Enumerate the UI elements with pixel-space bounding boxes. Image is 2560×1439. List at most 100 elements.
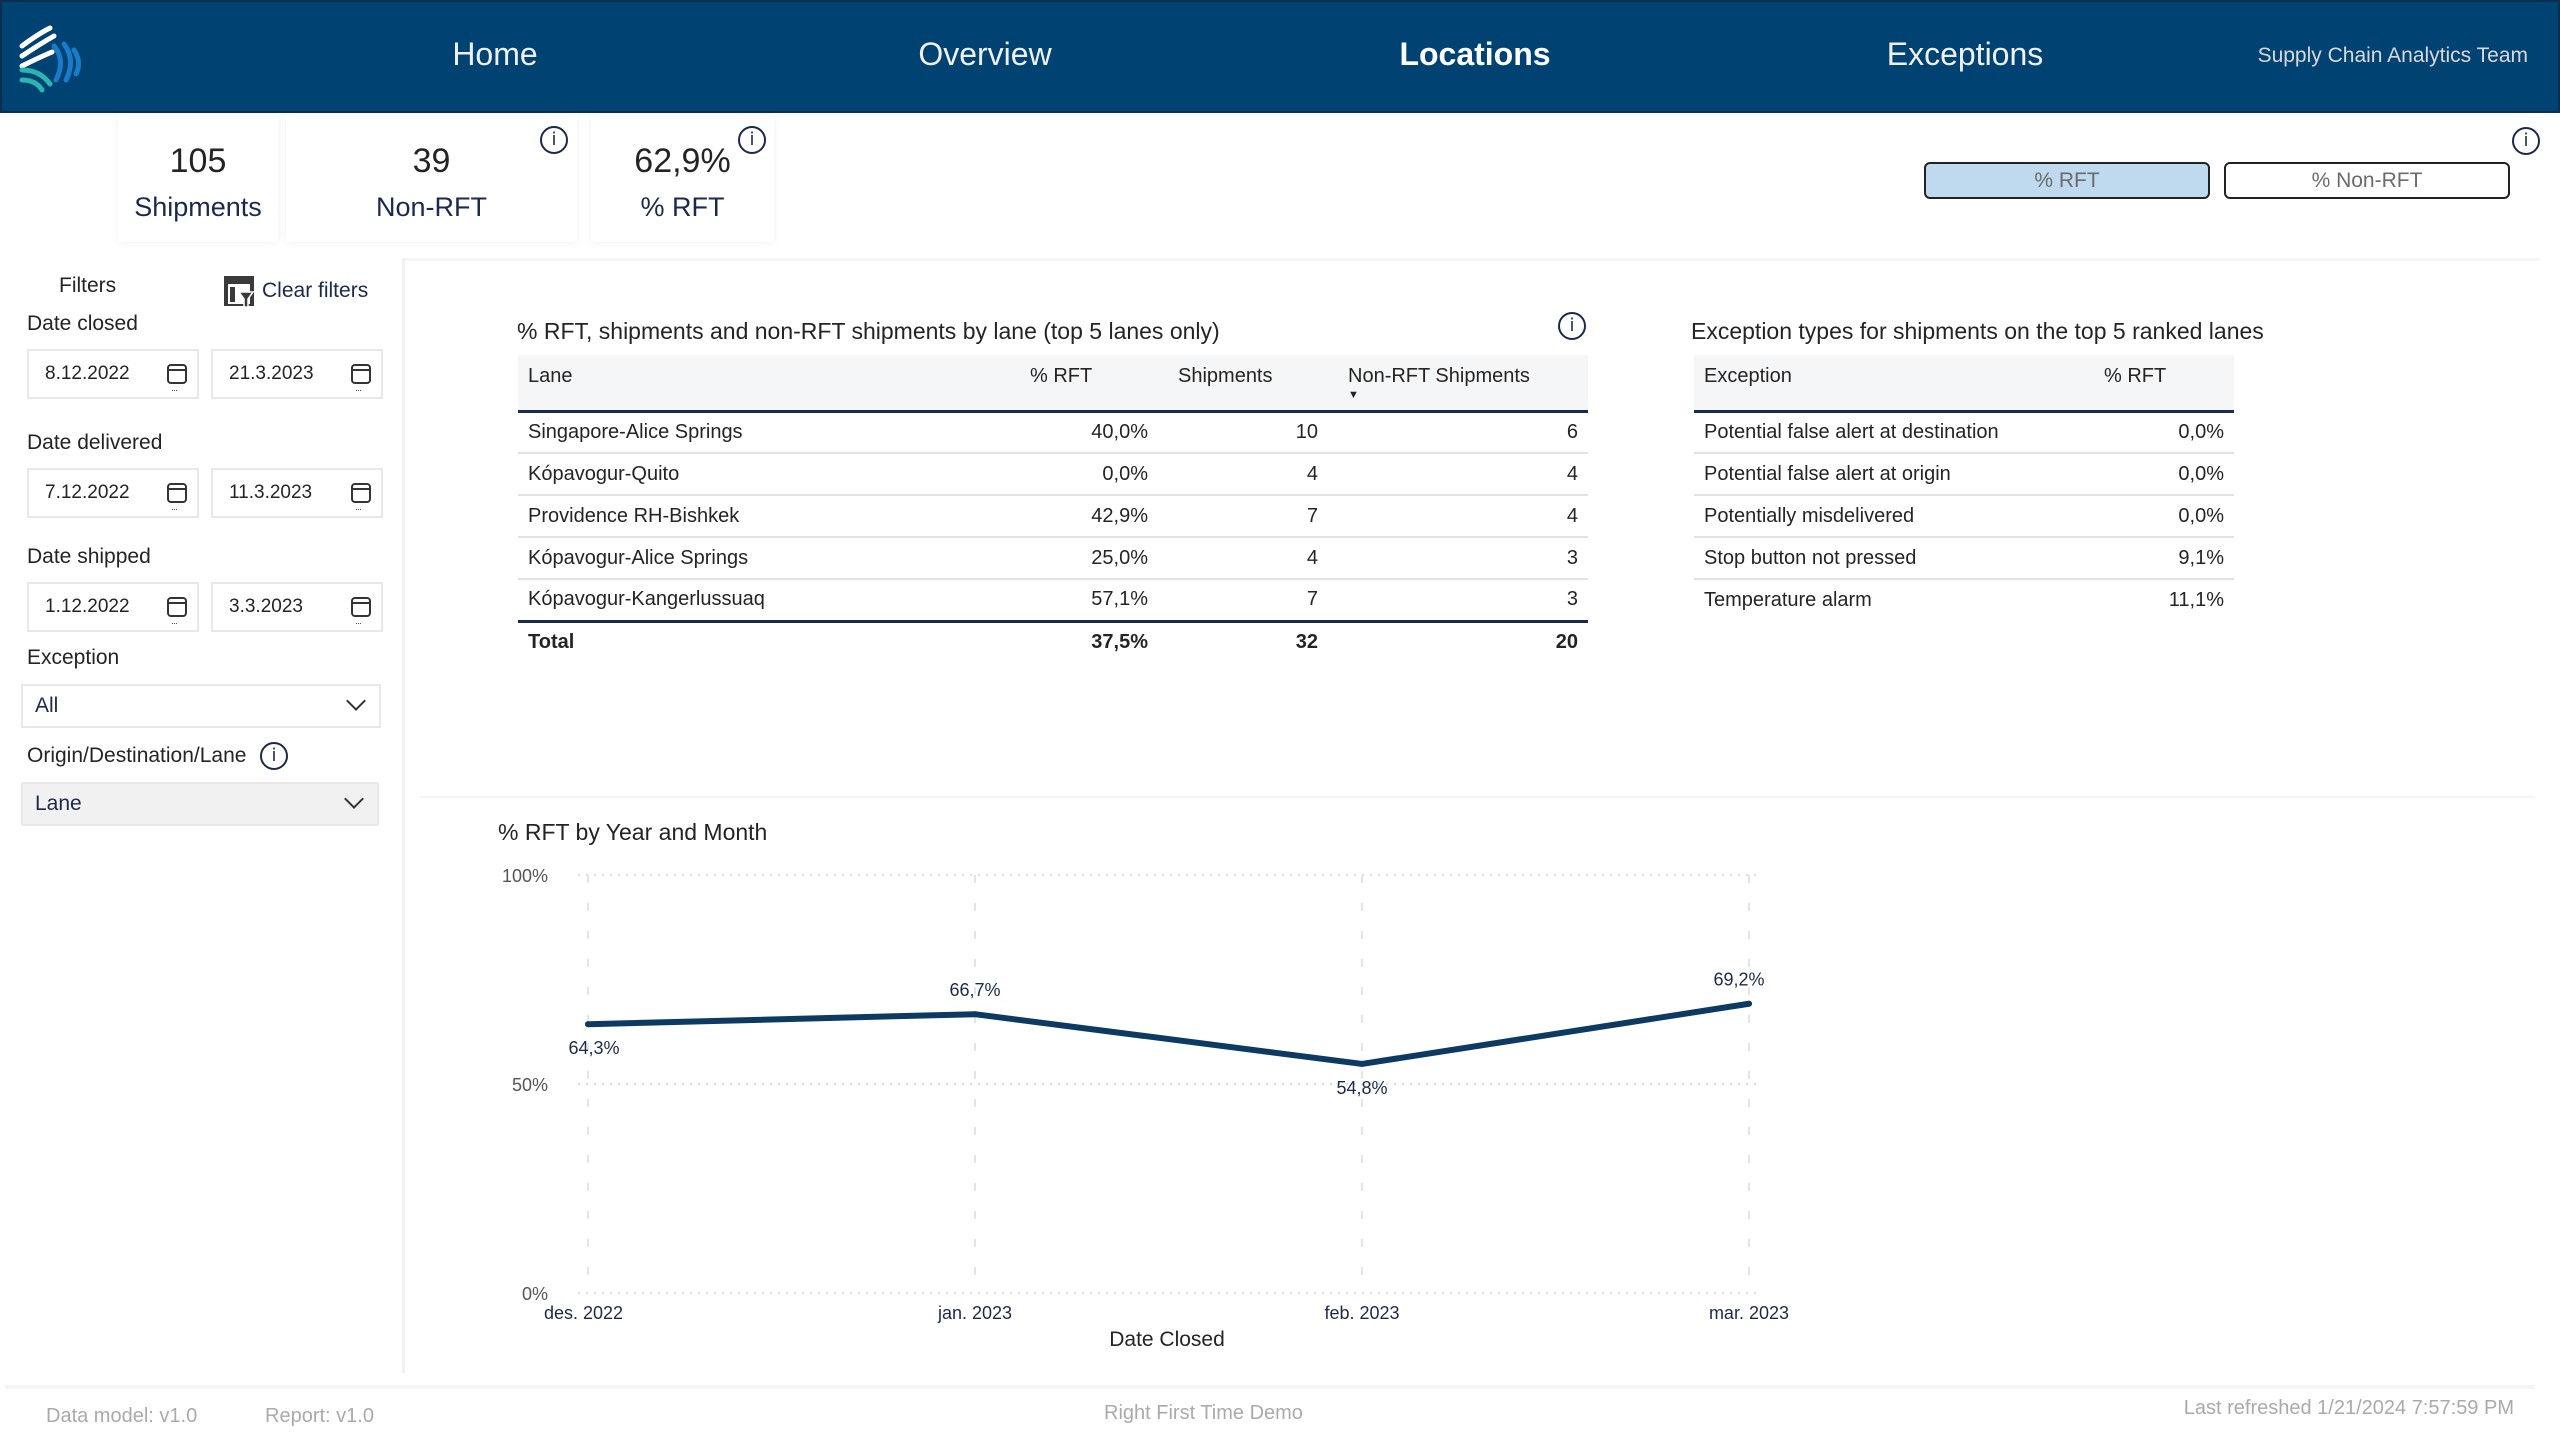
data-label: 54,8% <box>1336 1078 1387 1098</box>
date-delivered-to-input[interactable]: 11.3.2023 <box>211 468 383 532</box>
data-model-version: Data model: v1.0 <box>46 1405 198 1427</box>
divider <box>420 796 2535 798</box>
date-closed-to-input[interactable]: 21.3.2023 <box>211 349 383 413</box>
lane-cell: Providence RH-Bishkek <box>518 495 998 538</box>
lane-table-title: % RFT, shipments and non-RFT shipments b… <box>517 318 1220 344</box>
info-icon[interactable]: i <box>2512 127 2540 155</box>
shipments-cell: 4 <box>1158 453 1328 496</box>
data-label: 64,3% <box>568 1038 619 1058</box>
nav-overview[interactable]: Overview <box>918 36 1051 73</box>
divider <box>5 1385 2535 1389</box>
calendar-icon[interactable] <box>167 364 187 413</box>
calendar-icon[interactable] <box>167 483 187 532</box>
column-header-exception[interactable]: Exception <box>1694 355 2094 413</box>
last-refreshed: Last refreshed 1/21/2024 7:57:59 PM <box>2183 1397 2514 1419</box>
x-axis-label: Date Closed <box>1109 1328 1225 1351</box>
date-shipped-to-input[interactable]: 3.3.2023 <box>211 582 383 646</box>
table-row[interactable]: Singapore-Alice Springs 40,0% 10 6 <box>518 411 1588 454</box>
table-row[interactable]: Kópavogur-Kangerlussuaq 57,1% 7 3 <box>518 579 1588 621</box>
kpi-card-shipments: 105 Shipments <box>118 114 278 242</box>
table-row[interactable]: Temperature alarm 11,1% <box>1694 579 2234 621</box>
info-icon[interactable]: i <box>540 126 568 154</box>
table-header-row: Exception % RFT <box>1694 355 2234 413</box>
table-row[interactable]: Stop button not pressed 9,1% <box>1694 537 2234 580</box>
y-tick-label: 50% <box>512 1075 548 1095</box>
rft-cell: 25,0% <box>998 537 1158 580</box>
date-value: 3.3.2023 <box>229 596 303 617</box>
x-tick-label: jan. 2023 <box>937 1303 1012 1323</box>
date-value: 21.3.2023 <box>229 363 314 384</box>
rft-cell: 11,1% <box>2168 589 2224 611</box>
date-value: 8.12.2022 <box>45 363 130 384</box>
report-title: Right First Time Demo <box>1104 1402 1303 1424</box>
data-point <box>972 1011 978 1018</box>
table-total-row: Total 37,5% 32 20 <box>518 619 1588 663</box>
toggle-rft[interactable]: % RFT <box>1924 162 2210 199</box>
date-closed-label: Date closed <box>27 312 138 335</box>
table-row[interactable]: Potential false alert at destination 0,0% <box>1694 411 2234 454</box>
table-row[interactable]: Potential false alert at origin 0,0% <box>1694 453 2234 496</box>
kpi-label: Shipments <box>134 192 262 222</box>
shipments-cell: 7 <box>1158 495 1328 538</box>
info-icon[interactable]: i <box>260 742 288 770</box>
column-header-rft[interactable]: % RFT <box>998 355 1158 413</box>
odl-dropdown[interactable]: Lane <box>21 782 379 826</box>
exception-cell: Potential false alert at destination <box>1694 411 2094 454</box>
table-row[interactable]: Kópavogur-Alice Springs 25,0% 4 3 <box>518 537 1588 580</box>
column-header-label: Non-RFT Shipments <box>1348 365 1530 387</box>
y-tick-label: 0% <box>522 1284 548 1304</box>
data-label: 66,7% <box>949 980 1000 1000</box>
calendar-icon[interactable] <box>351 597 371 646</box>
lane-cell: Kópavogur-Kangerlussuaq <box>528 588 765 611</box>
table-row[interactable]: Providence RH-Bishkek 42,9% 7 4 <box>518 495 1588 538</box>
kpi-value: 105 <box>169 142 227 180</box>
exception-cell: Temperature alarm <box>1704 589 1872 611</box>
column-header-non-rft-shipments[interactable]: Non-RFT Shipments ▼ <box>1328 355 1588 413</box>
chart-title: % RFT by Year and Month <box>498 819 767 845</box>
x-tick-label: des. 2022 <box>544 1303 623 1323</box>
date-value: 11.3.2023 <box>229 482 313 503</box>
toggle-non-rft[interactable]: % Non-RFT <box>2224 162 2510 199</box>
calendar-icon[interactable] <box>351 364 371 413</box>
rft-cell: 40,0% <box>998 411 1158 454</box>
info-icon[interactable]: i <box>738 126 766 154</box>
date-value: 7.12.2022 <box>45 482 130 503</box>
kpi-card-rft-percent: 62,9% % RFT i <box>591 114 774 242</box>
non-rft-cell: 4 <box>1328 495 1588 538</box>
column-header-lane[interactable]: Lane <box>518 355 998 413</box>
exception-dropdown[interactable]: All <box>21 684 381 728</box>
exception-cell: Stop button not pressed <box>1694 537 2094 580</box>
rft-cell: 0,0% <box>2094 495 2234 538</box>
date-shipped-from-input[interactable]: 1.12.2022 <box>27 582 199 646</box>
clear-filters-button[interactable]: Clear filters <box>222 274 368 308</box>
date-delivered-label: Date delivered <box>27 431 163 454</box>
top-nav-bar: Home Overview Locations Exceptions Suppl… <box>0 0 2560 113</box>
data-point <box>1359 1060 1365 1067</box>
date-delivered-from-input[interactable]: 7.12.2022 <box>27 468 199 532</box>
nav-home[interactable]: Home <box>452 36 537 73</box>
nav-locations[interactable]: Locations <box>1399 36 1550 73</box>
lane-cell: Kópavogur-Quito <box>518 453 998 496</box>
table-header-row: Lane % RFT Shipments Non-RFT Shipments ▼ <box>518 355 1588 413</box>
date-value: 1.12.2022 <box>45 596 130 617</box>
lane-cell: Singapore-Alice Springs <box>518 411 998 454</box>
table-row[interactable]: Kópavogur-Quito 0,0% 4 4 <box>518 453 1588 496</box>
rft-cell: 0,0% <box>2094 411 2234 454</box>
total-shipments: 32 <box>1158 619 1328 663</box>
column-header-shipments[interactable]: Shipments <box>1158 355 1328 413</box>
kpi-card-non-rft: 39 Non-RFT i <box>286 114 577 242</box>
nav-exceptions[interactable]: Exceptions <box>1887 36 2044 73</box>
exception-cell: Potentially misdelivered <box>1694 495 2094 538</box>
filters-title: Filters <box>59 274 117 297</box>
chevron-down-icon <box>344 789 364 809</box>
non-rft-cell: 3 <box>1328 537 1588 580</box>
sort-descending-icon: ▼ <box>1348 389 1359 401</box>
info-icon[interactable]: i <box>1558 312 1586 340</box>
column-header-rft[interactable]: % RFT <box>2094 355 2234 413</box>
calendar-icon[interactable] <box>167 597 187 646</box>
lane-cell: Kópavogur-Alice Springs <box>518 537 998 580</box>
kpi-label: % RFT <box>640 192 725 222</box>
table-row[interactable]: Potentially misdelivered 0,0% <box>1694 495 2234 538</box>
calendar-icon[interactable] <box>351 483 371 532</box>
date-closed-from-input[interactable]: 8.12.2022 <box>27 349 199 413</box>
